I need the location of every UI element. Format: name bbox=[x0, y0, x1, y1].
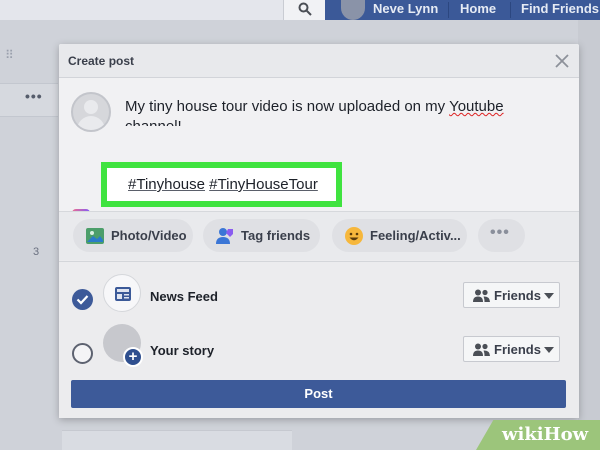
news-feed-audience-dropdown[interactable]: Friends bbox=[463, 282, 560, 308]
hashtag-highlight: #Tinyhouse #TinyHouseTour bbox=[101, 162, 342, 207]
background-right-column bbox=[578, 20, 600, 450]
photo-video-button[interactable]: Photo/Video bbox=[73, 219, 193, 252]
top-navigation-bar: Neve Lynn Home Find Friends bbox=[0, 0, 600, 20]
more-icon: ••• bbox=[490, 224, 510, 241]
background-grip-icon: ⠿ bbox=[5, 48, 14, 62]
wikihow-watermark: wikiHow bbox=[476, 420, 600, 450]
feeling-icon bbox=[345, 227, 363, 245]
photo-video-label: Photo/Video bbox=[111, 228, 187, 243]
post-text-line: My tiny house tour video is now uploaded… bbox=[125, 98, 450, 115]
destination-your-story[interactable]: + Your story Friends bbox=[59, 324, 579, 376]
hashtag[interactable]: #TinyHouseTour bbox=[209, 176, 318, 193]
tag-friends-label: Tag friends bbox=[241, 228, 311, 243]
create-post-dialog: Create post My tiny house tour video is … bbox=[59, 44, 579, 418]
home-link[interactable]: Home bbox=[460, 1, 496, 16]
photo-icon bbox=[86, 228, 104, 244]
more-options-button[interactable]: ••• bbox=[478, 219, 525, 252]
hashtag[interactable]: #Tinyhouse bbox=[128, 176, 205, 193]
profile-name-link[interactable]: Neve Lynn bbox=[373, 1, 438, 16]
feeling-activity-button[interactable]: Feeling/Activ... bbox=[332, 219, 467, 252]
post-text-line: channel! bbox=[125, 117, 545, 126]
hashtags: #Tinyhouse #TinyHouseTour bbox=[128, 176, 318, 193]
tag-friends-button[interactable]: Tag friends bbox=[203, 219, 320, 252]
feeling-activity-label: Feeling/Activ... bbox=[370, 228, 461, 243]
dialog-title: Create post bbox=[68, 54, 135, 68]
friends-icon bbox=[473, 343, 490, 356]
tag-friends-icon bbox=[216, 228, 233, 244]
find-friends-link[interactable]: Find Friends bbox=[521, 1, 599, 16]
chevron-down-icon bbox=[544, 347, 554, 353]
news-feed-icon bbox=[103, 274, 141, 312]
background-feed-card bbox=[62, 430, 292, 450]
post-actions-bar: Photo/Video Tag friends Feeling/Activ...… bbox=[59, 211, 579, 260]
search-button[interactable] bbox=[283, 0, 325, 20]
your-story-audience-dropdown[interactable]: Friends bbox=[463, 336, 560, 362]
post-button[interactable]: Post bbox=[71, 380, 566, 408]
plus-icon: + bbox=[123, 347, 143, 367]
wikihow-logo: wikiHow bbox=[502, 424, 589, 445]
dialog-header: Create post bbox=[59, 44, 579, 78]
search-input[interactable] bbox=[0, 0, 325, 20]
user-avatar bbox=[71, 92, 111, 132]
news-feed-checkbox[interactable] bbox=[72, 289, 93, 310]
profile-avatar[interactable] bbox=[341, 0, 365, 20]
nav-divider bbox=[448, 2, 449, 18]
post-text-youtube-word: Youtube bbox=[449, 98, 504, 115]
destination-news-feed[interactable]: News Feed Friends bbox=[59, 272, 579, 322]
post-text-input[interactable]: My tiny house tour video is now uploaded… bbox=[125, 97, 545, 126]
your-story-label: Your story bbox=[150, 343, 215, 358]
share-destinations: News Feed Friends + Your story Friends P… bbox=[59, 261, 579, 418]
friends-icon bbox=[473, 289, 490, 302]
background-more-options-icon: ••• bbox=[25, 88, 43, 104]
close-icon[interactable] bbox=[553, 52, 571, 70]
nav-divider bbox=[510, 2, 511, 18]
audience-label: Friends bbox=[494, 342, 541, 357]
chevron-down-icon bbox=[544, 293, 554, 299]
audience-label: Friends bbox=[494, 288, 541, 303]
post-composer[interactable]: My tiny house tour video is now uploaded… bbox=[59, 78, 579, 227]
background-count: 3 bbox=[33, 246, 40, 258]
checkmark-icon bbox=[76, 295, 89, 305]
search-icon bbox=[298, 2, 312, 16]
your-story-checkbox[interactable] bbox=[72, 343, 93, 364]
news-feed-label: News Feed bbox=[150, 289, 218, 304]
